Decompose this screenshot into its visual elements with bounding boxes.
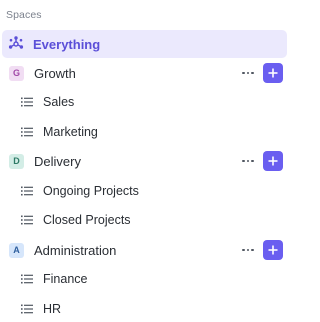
list-label: Sales [43, 95, 75, 109]
list-icon [21, 185, 33, 197]
plus-icon [268, 156, 278, 166]
sidebar-item-everything[interactable]: Everything [2, 30, 287, 58]
add-list-button[interactable] [263, 240, 283, 260]
space-badge: A [9, 242, 24, 258]
space-badge: G [9, 65, 24, 81]
list-item-ongoing-projects[interactable]: Ongoing Projects [0, 177, 289, 205]
plus-icon [268, 68, 278, 78]
list-icon [21, 303, 33, 315]
list-label: HR [43, 302, 62, 316]
list-item-hr[interactable]: HR [0, 295, 289, 322]
add-list-button[interactable] [263, 63, 283, 83]
list-item-sales[interactable]: Sales [0, 88, 289, 116]
list-item-finance[interactable]: Finance [0, 265, 289, 293]
list-item-marketing[interactable]: Marketing [0, 118, 289, 146]
list-label: Finance [43, 272, 88, 286]
spaces-sidebar: Spaces Everything G Growth Sales Marketi… [0, 0, 295, 322]
plus-icon [268, 245, 278, 255]
add-list-button[interactable] [263, 151, 283, 171]
list-icon [21, 96, 33, 108]
list-label: Closed Projects [43, 213, 131, 227]
space-badge: D [9, 153, 24, 169]
list-icon [21, 126, 33, 138]
list-icon [21, 214, 33, 226]
list-item-closed-projects[interactable]: Closed Projects [0, 206, 289, 234]
everything-label: Everything [33, 36, 101, 52]
space-label: Administration [34, 242, 117, 258]
space-label: Delivery [34, 153, 81, 169]
everything-icon [8, 36, 24, 52]
space-administration[interactable]: A Administration [0, 236, 289, 264]
space-label: Growth [34, 65, 76, 81]
space-delivery[interactable]: D Delivery [0, 147, 289, 175]
list-icon [21, 273, 33, 285]
more-options-icon[interactable] [240, 153, 256, 169]
list-label: Marketing [43, 125, 98, 139]
more-options-icon[interactable] [240, 65, 256, 81]
list-label: Ongoing Projects [43, 184, 139, 198]
section-title: Spaces [6, 9, 42, 21]
space-growth[interactable]: G Growth [0, 59, 289, 87]
more-options-icon[interactable] [240, 242, 256, 258]
